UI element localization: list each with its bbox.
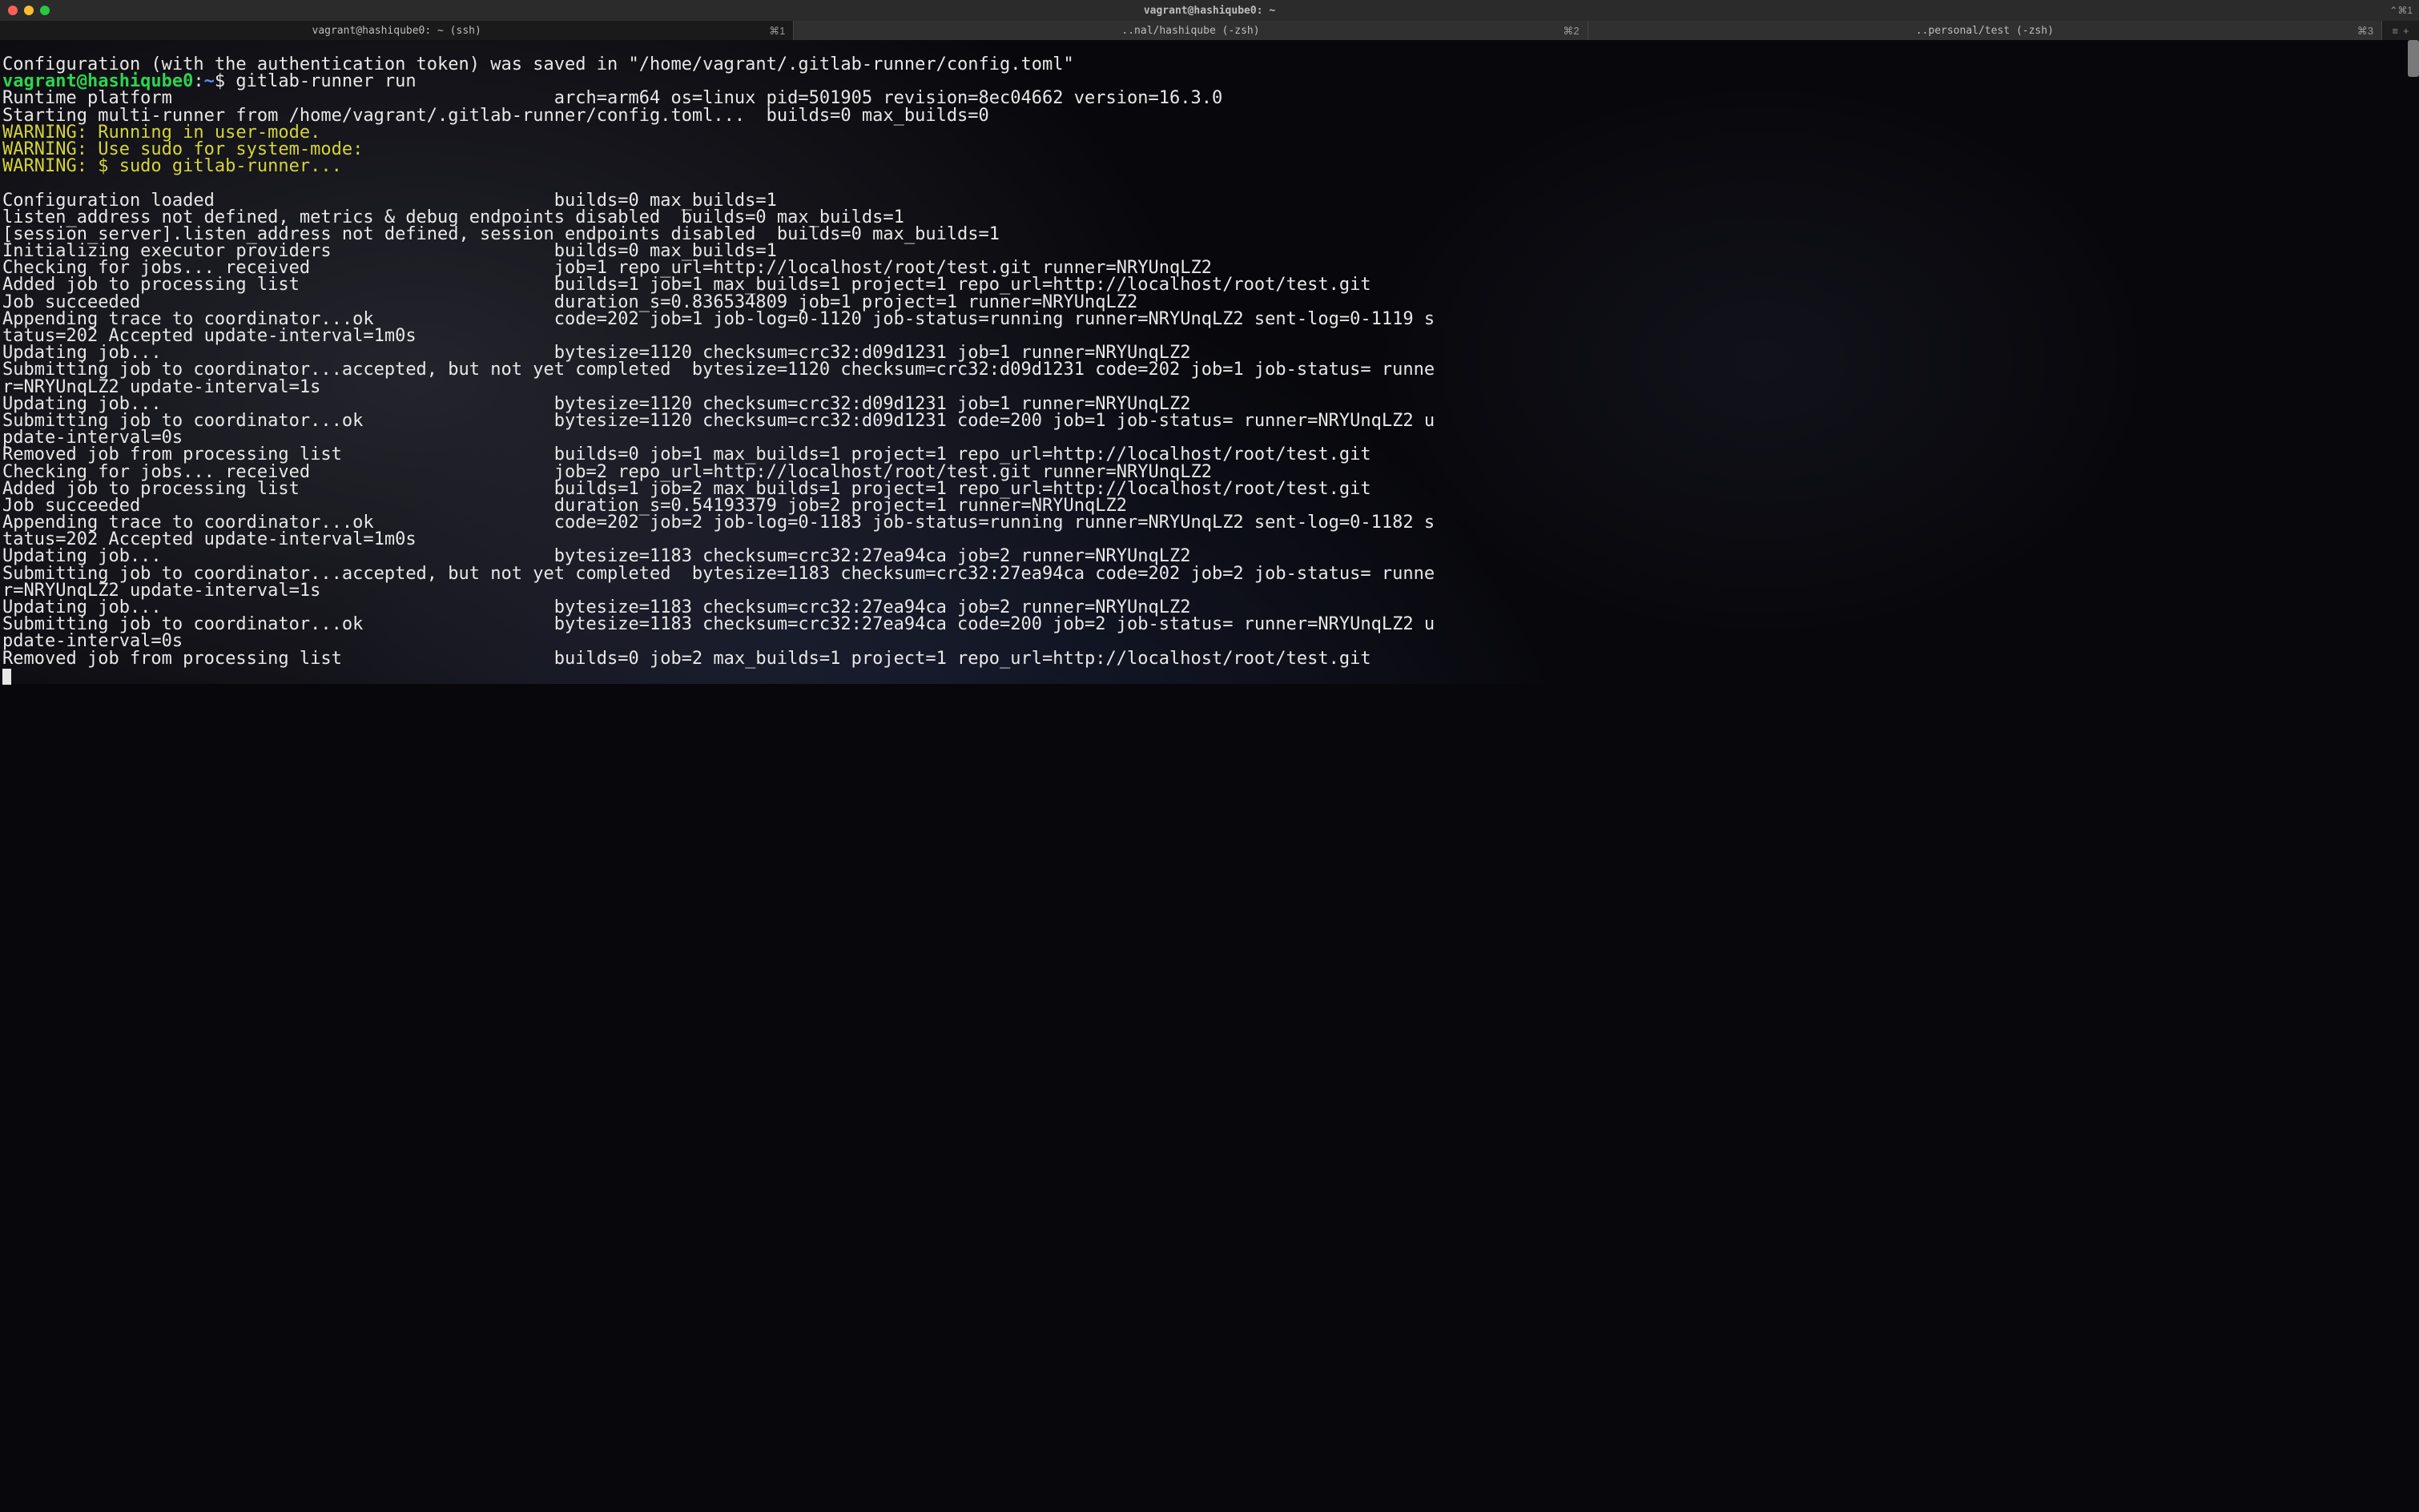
terminal-line: Configuration loaded builds=0 max_builds…: [2, 192, 2417, 209]
terminal-line: Updating job... bytesize=1183 checksum=c…: [2, 548, 2417, 565]
terminal-line: [session_server].listen_address not defi…: [2, 226, 2417, 243]
terminal-line: Job succeeded duration_s=0.836534809 job…: [2, 294, 2417, 311]
tab-shortcut: ⌘3: [2357, 26, 2373, 36]
minimize-button[interactable]: [24, 6, 34, 15]
terminal-line: Removed job from processing list builds=…: [2, 650, 2417, 667]
terminal-line: vagrant@hashiqube0:~$ gitlab-runner run: [2, 73, 2417, 90]
terminal-line: Updating job... bytesize=1120 checksum=c…: [2, 396, 2417, 412]
tab-bar: vagrant@hashiqube0: ~ (ssh) ⌘1 ..nal/has…: [0, 21, 2419, 40]
terminal-line: Appending trace to coordinator...ok code…: [2, 514, 2417, 531]
scrollbar-thumb[interactable]: [2408, 40, 2419, 77]
close-button[interactable]: [8, 6, 18, 15]
tab-menu-icon[interactable]: ≡: [2392, 26, 2398, 36]
terminal-line: [2, 175, 2417, 191]
terminal-line: WARNING: Use sudo for system-mode:: [2, 141, 2417, 158]
terminal-line: pdate-interval=0s: [2, 633, 2417, 649]
window-title: vagrant@hashiqube0: ~: [0, 6, 2419, 16]
tab-shortcut: ⌘2: [1563, 26, 1579, 36]
terminal-line: Checking for jobs... received job=2 repo…: [2, 464, 2417, 481]
traffic-lights: [0, 6, 50, 15]
terminal-line: Submitting job to coordinator...accepted…: [2, 565, 2417, 582]
terminal-line: WARNING: $ sudo gitlab-runner...: [2, 158, 2417, 175]
tab-label: ..personal/test (-zsh): [1916, 26, 2054, 36]
terminal-line: Starting multi-runner from /home/vagrant…: [2, 107, 2417, 124]
tab-2[interactable]: ..nal/hashiqube (-zsh) ⌘2: [794, 21, 1588, 40]
terminal-line: Submitting job to coordinator...ok bytes…: [2, 616, 2417, 633]
terminal-line: Updating job... bytesize=1183 checksum=c…: [2, 599, 2417, 616]
new-tab-icon[interactable]: +: [2403, 26, 2409, 36]
tab-3[interactable]: ..personal/test (-zsh) ⌘3: [1588, 21, 2382, 40]
terminal-line: Submitting job to coordinator...ok bytes…: [2, 412, 2417, 429]
terminal-line: WARNING: Running in user-mode.: [2, 124, 2417, 141]
terminal-line: Initializing executor providers builds=0…: [2, 243, 2417, 259]
terminal-line: tatus=202 Accepted update-interval=1m0s: [2, 531, 2417, 548]
terminal-line: r=NRYUnqLZ2 update-interval=1s: [2, 582, 2417, 599]
terminal-line: Added job to processing list builds=1 jo…: [2, 481, 2417, 497]
terminal-cursor-line: [2, 667, 2417, 684]
terminal-line: Appending trace to coordinator...ok code…: [2, 311, 2417, 328]
tab-label: ..nal/hashiqube (-zsh): [1121, 26, 1259, 36]
terminal-line: Added job to processing list builds=1 jo…: [2, 276, 2417, 293]
terminal-line: r=NRYUnqLZ2 update-interval=1s: [2, 379, 2417, 396]
terminal-line: Runtime platform arch=arm64 os=linux pid…: [2, 90, 2417, 107]
terminal-line: Removed job from processing list builds=…: [2, 446, 2417, 463]
terminal-line: listen_address not defined, metrics & de…: [2, 209, 2417, 226]
terminal-line: Checking for jobs... received job=1 repo…: [2, 259, 2417, 276]
terminal-line: pdate-interval=0s: [2, 429, 2417, 446]
broadcast-indicator: ⌃⌘1: [2389, 6, 2413, 15]
window-titlebar: vagrant@hashiqube0: ~ ⌃⌘1: [0, 0, 2419, 21]
zoom-button[interactable]: [40, 6, 50, 15]
cursor-block: [2, 669, 11, 685]
terminal-line: Job succeeded duration_s=0.54193379 job=…: [2, 497, 2417, 514]
terminal-line: Configuration (with the authentication t…: [2, 56, 2417, 73]
terminal-line: Updating job... bytesize=1120 checksum=c…: [2, 344, 2417, 361]
tab-1[interactable]: vagrant@hashiqube0: ~ (ssh) ⌘1: [0, 21, 794, 40]
tab-bar-actions: ≡ +: [2382, 21, 2419, 40]
tab-label: vagrant@hashiqube0: ~ (ssh): [312, 26, 481, 36]
terminal-line: Submitting job to coordinator...accepted…: [2, 361, 2417, 378]
tab-shortcut: ⌘1: [769, 26, 785, 36]
terminal-output[interactable]: Configuration (with the authentication t…: [0, 40, 2419, 684]
terminal-line: tatus=202 Accepted update-interval=1m0s: [2, 328, 2417, 344]
